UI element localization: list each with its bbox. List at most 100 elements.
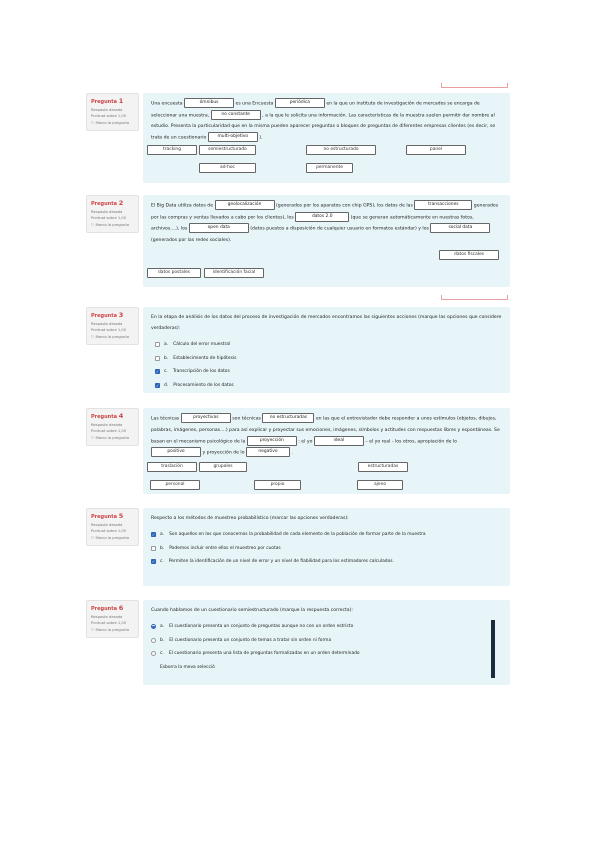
option-c[interactable]: ✓ c. Transcripción de los datos [151, 365, 502, 379]
question-text: Respecto a los métodos de muestreo proba… [151, 516, 349, 521]
question-info: Pregunta 3 Resposta desada Puntuat sobre… [86, 307, 139, 345]
question-5: Pregunta 5 Resposta desada Puntuat sobre… [86, 508, 510, 586]
question-content: En la etapa de análisis de los datos del… [143, 307, 510, 393]
drop-zone[interactable]: ómnibus [184, 98, 235, 108]
drag-chip[interactable]: semiestructurado [199, 145, 256, 155]
drop-zone[interactable]: transacciones [414, 200, 473, 210]
option-d[interactable]: ✓ d. Procesamiento de los datos [151, 379, 502, 393]
question-6: Pregunta 6 Resposta desada Puntuat sobre… [86, 600, 510, 685]
question-label: Pregunta [91, 313, 117, 319]
drag-chip[interactable]: ajeno [357, 480, 403, 490]
drag-chip[interactable]: datos postales [147, 268, 201, 278]
drag-chip[interactable]: estructuradas [358, 462, 408, 472]
question-info: Pregunta 4 Resposta desada Puntuat sobre… [86, 408, 139, 446]
question-4: Pregunta 4 Resposta desada Puntuat sobre… [86, 408, 510, 494]
question-status: Resposta desada [91, 614, 123, 619]
question-3: Pregunta 3 Resposta desada Puntuat sobre… [86, 307, 510, 393]
question-label: Pregunta [91, 99, 117, 105]
page-break-marker [441, 83, 508, 88]
flag-icon: ⚐ [91, 120, 95, 125]
flag-icon: ⚐ [91, 535, 95, 540]
flag-question-link[interactable]: ⚐ Marca la pregunta [91, 436, 134, 441]
option-b[interactable]: b. El cuestionario presenta un conjunto d… [151, 634, 502, 648]
drop-zone[interactable]: proyectivas [180, 413, 231, 423]
flag-question-link[interactable]: ⚐ Marca la pregunta [91, 223, 134, 228]
option-a[interactable]: a. El cuestionario presenta un conjunto d… [151, 620, 502, 634]
drag-chip[interactable]: propio [254, 480, 301, 490]
checkbox[interactable] [155, 355, 160, 361]
question-status: Resposta desada [91, 522, 123, 527]
drop-zone[interactable]: no constante [210, 109, 261, 120]
clear-selection-link[interactable]: Esborra la meva selecció [151, 661, 502, 675]
drag-chip[interactable]: panel [406, 145, 466, 155]
radio-selected[interactable] [151, 624, 156, 630]
drop-zone[interactable]: social data [430, 223, 491, 233]
drop-zone[interactable]: multi-objetivo [207, 132, 258, 142]
option-b[interactable]: b. Podemos incluir entre ellos el muestre… [151, 542, 502, 556]
drop-zone[interactable]: positivo [151, 447, 201, 457]
drop-zone[interactable]: open data [188, 223, 249, 233]
drop-zone[interactable]: ideal [313, 435, 364, 446]
scrollbar[interactable] [491, 620, 495, 678]
flag-question-link[interactable]: ⚐ Marca la pregunta [91, 536, 134, 541]
checkbox[interactable] [155, 342, 160, 348]
question-score: Puntuat sobre 1,00 [91, 113, 127, 118]
drag-chip[interactable]: permanente [306, 163, 353, 173]
checkbox-checked[interactable]: ✓ [155, 383, 160, 388]
drag-chip[interactable]: datos fiscales [439, 250, 499, 260]
option-a[interactable]: a. Cálculo del error muestral [151, 338, 502, 352]
question-score: Puntuat sobre 1,00 [91, 215, 127, 220]
question-label: Pregunta [91, 606, 117, 612]
flag-icon: ⚐ [91, 334, 95, 339]
radio[interactable] [151, 651, 156, 657]
drag-chip[interactable]: personal [150, 480, 200, 490]
question-status: Resposta desada [91, 209, 123, 214]
question-info: Pregunta 6 Resposta desada Puntuat sobre… [86, 600, 139, 638]
drag-chip[interactable]: identificación facial [204, 268, 264, 278]
drop-zone[interactable]: periódica [274, 98, 325, 108]
drag-chip[interactable]: ad-hoc [199, 163, 256, 173]
question-status: Resposta desada [91, 321, 123, 326]
question-number: 5 [118, 512, 124, 520]
drop-zone[interactable]: datos 2.0 [295, 211, 350, 222]
checkbox-checked[interactable]: ✓ [151, 559, 156, 565]
radio[interactable] [151, 637, 156, 643]
question-number: 6 [118, 604, 124, 612]
question-1: Pregunta 1 Resposta desada Puntuat sobre… [86, 93, 510, 183]
checkbox-checked[interactable]: ✓ [151, 532, 156, 538]
question-number: 3 [118, 311, 124, 319]
drop-zone[interactable]: negativo [245, 447, 290, 457]
drop-zone[interactable]: no estructuradas [262, 413, 315, 423]
checkbox[interactable] [151, 545, 156, 551]
question-number: 2 [118, 199, 124, 207]
flag-icon: ⚐ [91, 435, 95, 440]
question-label: Pregunta [91, 514, 117, 520]
option-c[interactable]: ✓ c. Permiten la identificación de un nive… [151, 555, 502, 569]
question-status: Resposta desada [91, 422, 123, 427]
question-label: Pregunta [91, 201, 117, 207]
flag-question-link[interactable]: ⚐ Marca la pregunta [91, 121, 134, 126]
question-info: Pregunta 5 Resposta desada Puntuat sobre… [86, 508, 139, 546]
question-text: Cuando hablamos de un cuestionario semie… [151, 608, 353, 613]
checkbox-checked[interactable]: ✓ [155, 369, 160, 375]
option-c[interactable]: c. El cuestionario presenta una lista de … [151, 647, 502, 661]
drag-chip[interactable]: traslación [147, 462, 197, 472]
question-score: Puntuat sobre 1,00 [91, 327, 127, 332]
option-b[interactable]: b. Establecimiento de hipótesis [151, 352, 502, 366]
question-status: Resposta desada [91, 107, 123, 112]
option-a[interactable]: ✓ a. Son aquellos en los que conocemos la … [151, 528, 502, 542]
flag-question-link[interactable]: ⚐ Marca la pregunta [91, 628, 134, 633]
drag-chip[interactable]: grupales [199, 462, 247, 472]
question-label: Pregunta [91, 414, 117, 420]
question-info: Pregunta 2 Resposta desada Puntuat sobre… [86, 195, 139, 233]
drag-chip[interactable]: tracking [147, 145, 197, 155]
flag-icon: ⚐ [91, 627, 95, 632]
drag-chip[interactable]: no estructurado [306, 145, 376, 155]
flag-question-link[interactable]: ⚐ Marca la pregunta [91, 335, 134, 340]
drop-zone[interactable]: geolocalización [214, 200, 275, 210]
question-score: Puntuat sobre 1,00 [91, 428, 127, 433]
drop-zone[interactable]: proyección [246, 435, 297, 446]
page-break-marker [441, 295, 508, 300]
question-score: Puntuat sobre 1,00 [91, 528, 127, 533]
question-content: Respecto a los métodos de muestreo proba… [143, 508, 510, 586]
